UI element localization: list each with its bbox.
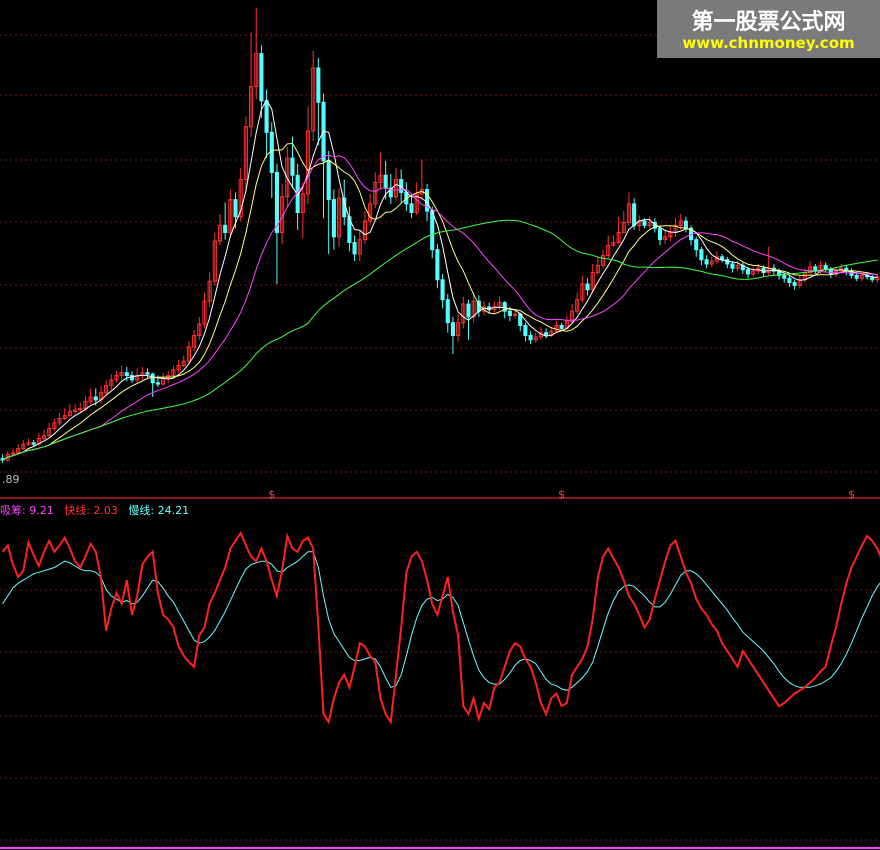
- candle-body: [155, 382, 160, 385]
- candle-body: [383, 174, 388, 189]
- candle-body: [124, 372, 129, 377]
- candle-body: [720, 256, 725, 261]
- ma_mid-line: [2, 142, 878, 461]
- legend-fast-value: 2.03: [93, 504, 118, 517]
- candle-body: [559, 324, 564, 329]
- fast-line: [1, 530, 880, 725]
- candle-body: [435, 249, 440, 281]
- watermark-title: 第一股票公式网: [691, 10, 846, 35]
- candle-body: [269, 131, 274, 173]
- candle-body: [632, 203, 637, 226]
- slow-line: [2, 551, 880, 691]
- stock-chart: $ $ $: [0, 7, 880, 849]
- candle-body: [326, 160, 331, 201]
- grid-lines: [0, 34, 880, 841]
- candle-body: [145, 372, 150, 375]
- signal-marker: $: [848, 488, 855, 501]
- candle-body: [642, 220, 647, 226]
- candle-body: [792, 282, 797, 286]
- candle-body: [466, 303, 471, 318]
- candle-body: [93, 396, 98, 401]
- indicator-panel: [0, 530, 880, 849]
- candle-body: [409, 203, 414, 213]
- candle-body: [430, 210, 435, 251]
- candle-body: [352, 242, 357, 255]
- candle-body: [585, 283, 590, 291]
- candle-body: [440, 279, 445, 301]
- legend-accumulation-value: 9.21: [29, 504, 54, 517]
- candle-body: [523, 324, 528, 337]
- legend-accumulation-name: 吸筹: [0, 504, 22, 517]
- candle-body: [507, 310, 512, 316]
- candle-body: [657, 227, 663, 241]
- ma_longest-line: [2, 219, 878, 461]
- candle-body: [694, 239, 699, 251]
- candle-body: [854, 274, 859, 279]
- candle-body: [150, 373, 155, 384]
- candle-body: [782, 274, 787, 279]
- legend-fast-name: 快线: [64, 504, 87, 517]
- signal-marker: $: [558, 488, 565, 501]
- candle-body: [828, 269, 833, 275]
- signal-marker: $: [268, 488, 275, 501]
- candle-body: [290, 157, 295, 176]
- candle-body: [528, 335, 533, 341]
- candle-body: [331, 199, 336, 238]
- candle-body: [233, 199, 238, 218]
- candle-body: [31, 442, 36, 445]
- candle-body: [699, 249, 704, 261]
- legend-slow-value: 24.21: [157, 504, 190, 517]
- candle-body: [450, 322, 455, 337]
- candle-body: [725, 259, 730, 265]
- candle-body: [683, 220, 688, 229]
- price-low-label: .89: [2, 473, 20, 486]
- indicator-legend: 吸筹: 9.21 快线: 2.03 慢线: 24.21: [0, 504, 190, 517]
- ma_short-line: [2, 98, 878, 461]
- candle-body: [730, 263, 735, 269]
- candle-body: [704, 259, 709, 265]
- legend-slow-name: 慢线: [128, 504, 151, 517]
- watermark-banner: 第一股票公式网 www.chnmoney.com: [657, 0, 880, 58]
- candle-body: [223, 224, 228, 233]
- moving-average-lines: [2, 98, 878, 461]
- watermark-url: www.chnmoney.com: [682, 34, 855, 52]
- candle-body: [787, 277, 792, 284]
- candle-body: [745, 269, 751, 275]
- candle-body: [259, 53, 264, 102]
- signal-markers: $ $ $: [268, 488, 855, 501]
- candle-body: [544, 332, 549, 337]
- candle-body: [316, 67, 321, 103]
- candle-body: [264, 100, 269, 133]
- candle-body: [445, 299, 450, 324]
